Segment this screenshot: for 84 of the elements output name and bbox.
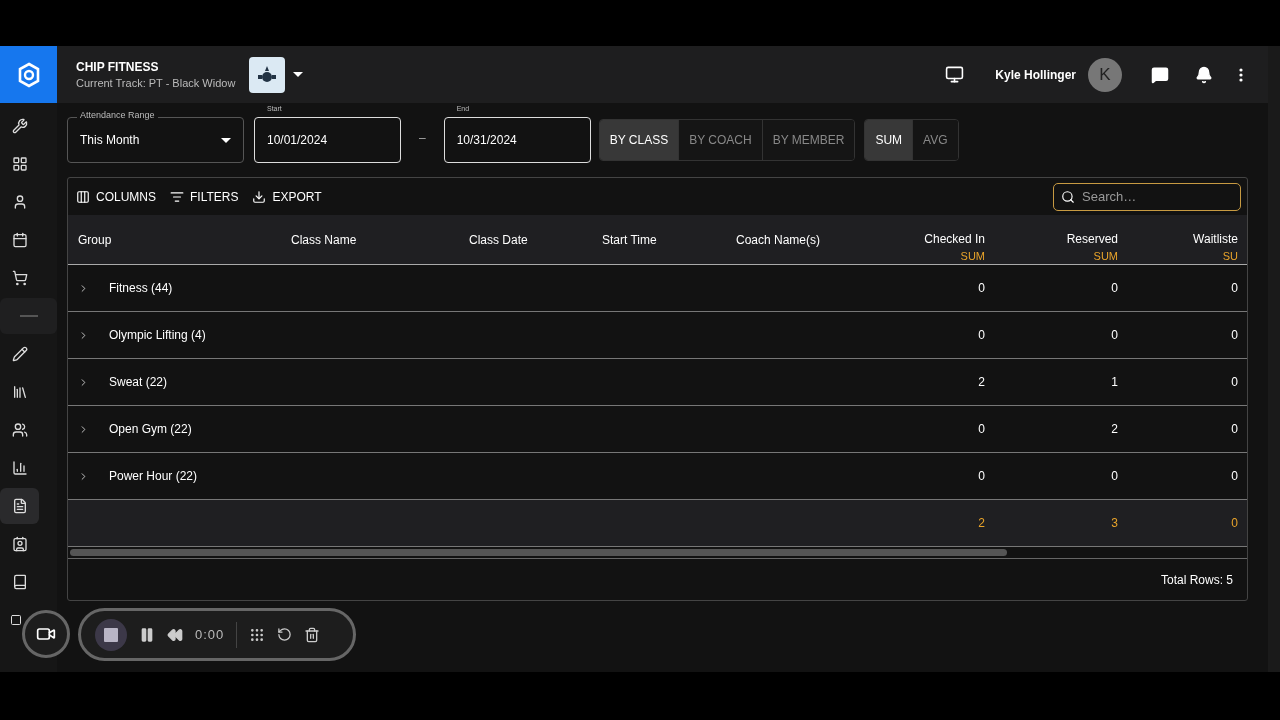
stop-icon	[104, 627, 118, 642]
wrench-icon	[11, 118, 28, 134]
document-icon	[11, 498, 28, 514]
square-icon	[10, 612, 22, 628]
search-icon	[1061, 189, 1075, 204]
table-cell: 0	[1111, 328, 1118, 342]
column-header[interactable]: Group	[78, 232, 112, 247]
monitor-button[interactable]	[945, 65, 965, 84]
column-header[interactable]: Class Name	[291, 232, 357, 247]
download-icon	[252, 189, 267, 204]
table-cell: 0	[1231, 422, 1238, 436]
chart-icon	[11, 460, 28, 476]
user-name: Kyle Hollinger	[995, 67, 1076, 82]
pencil-icon	[11, 346, 28, 362]
table-cell: 0	[978, 469, 985, 483]
caret-icon	[221, 137, 231, 143]
sidebar-item[interactable]	[0, 488, 39, 524]
cart-icon	[11, 270, 28, 286]
table-cell: 0	[978, 422, 985, 436]
group-label: Open Gym (22)	[109, 422, 192, 436]
more-icon	[1239, 67, 1243, 82]
book-icon	[11, 574, 28, 590]
table-cell: 0	[1111, 281, 1118, 295]
group-label: Power Hour (22)	[109, 469, 198, 483]
column-header[interactable]: Start Time	[602, 232, 657, 247]
column-header[interactable]: Class Date	[469, 232, 528, 247]
calendar-icon	[11, 232, 28, 248]
total-cell: 2	[978, 516, 985, 530]
table-cell: 1	[1111, 375, 1118, 389]
range-dash: –	[419, 131, 426, 145]
columns-button[interactable]: COLUMNS	[76, 189, 156, 204]
contact-card-icon	[11, 536, 28, 552]
rewind-button[interactable]	[167, 626, 183, 643]
end-date-field[interactable]: 10/31/2024	[443, 117, 591, 163]
table-cell: 0	[1231, 328, 1238, 342]
chat-button[interactable]	[1151, 65, 1169, 84]
aggregate-button[interactable]: SUM	[865, 120, 914, 160]
table-cell: 0	[978, 328, 985, 342]
logo[interactable]	[0, 46, 57, 103]
stop-button[interactable]	[95, 618, 127, 651]
column-header[interactable]: Reserved	[1066, 231, 1118, 246]
table-cell: 0	[978, 281, 985, 295]
view-mode-button[interactable]: BY CLASS	[599, 120, 680, 160]
table-cell: 0	[1231, 281, 1238, 295]
restart-button[interactable]	[277, 627, 293, 642]
caret-icon	[293, 72, 304, 77]
export-button[interactable]: EXPORT	[252, 189, 322, 204]
column-header[interactable]: Coach Name(s)	[736, 232, 821, 247]
people-icon	[11, 422, 28, 438]
aggregate-label: SUM	[960, 249, 985, 262]
recording-time: 0:00	[195, 627, 225, 642]
table-cell: 2	[1111, 422, 1118, 436]
filter-icon	[170, 189, 184, 204]
minus-icon	[19, 315, 38, 317]
column-header[interactable]: Waitliste	[1193, 231, 1238, 246]
aggregate-label: SUM	[1093, 249, 1118, 262]
group-label: Sweat (22)	[109, 375, 168, 389]
delete-button[interactable]	[304, 626, 321, 643]
group-label: Fitness (44)	[109, 281, 173, 295]
column-header[interactable]: Checked In	[924, 231, 985, 246]
current-track: Current Track: PT - Black Widow	[76, 77, 236, 89]
grid-icon	[11, 156, 28, 172]
more-button[interactable]	[1239, 67, 1243, 82]
columns-icon	[76, 189, 90, 204]
filters-button[interactable]: FILTERS	[170, 189, 239, 204]
pause-button[interactable]	[139, 626, 155, 643]
group-label: Olympic Lifting (4)	[109, 328, 206, 342]
grid-dots-button[interactable]	[249, 626, 266, 643]
avatar[interactable]: K	[1088, 57, 1122, 92]
total-rows: Total Rows: 5	[1160, 572, 1233, 587]
field-label: Attendance Range	[77, 110, 158, 120]
scrollbar-thumb[interactable]	[70, 549, 1007, 556]
aggregate-label: SU	[1222, 249, 1238, 262]
table-cell: 2	[978, 375, 985, 389]
gym-name: CHIP FITNESS	[76, 60, 160, 74]
table-cell: 0	[1231, 375, 1238, 389]
start-date-field[interactable]: 10/01/2024	[254, 117, 401, 163]
search-field[interactable]: Search…	[1053, 182, 1241, 211]
notifications-button[interactable]	[1195, 65, 1213, 84]
table-cell: 0	[1231, 469, 1238, 483]
library-icon	[11, 384, 28, 400]
total-cell: 3	[1111, 516, 1118, 530]
total-cell: 0	[1231, 516, 1238, 530]
table-cell: 0	[1111, 469, 1118, 483]
